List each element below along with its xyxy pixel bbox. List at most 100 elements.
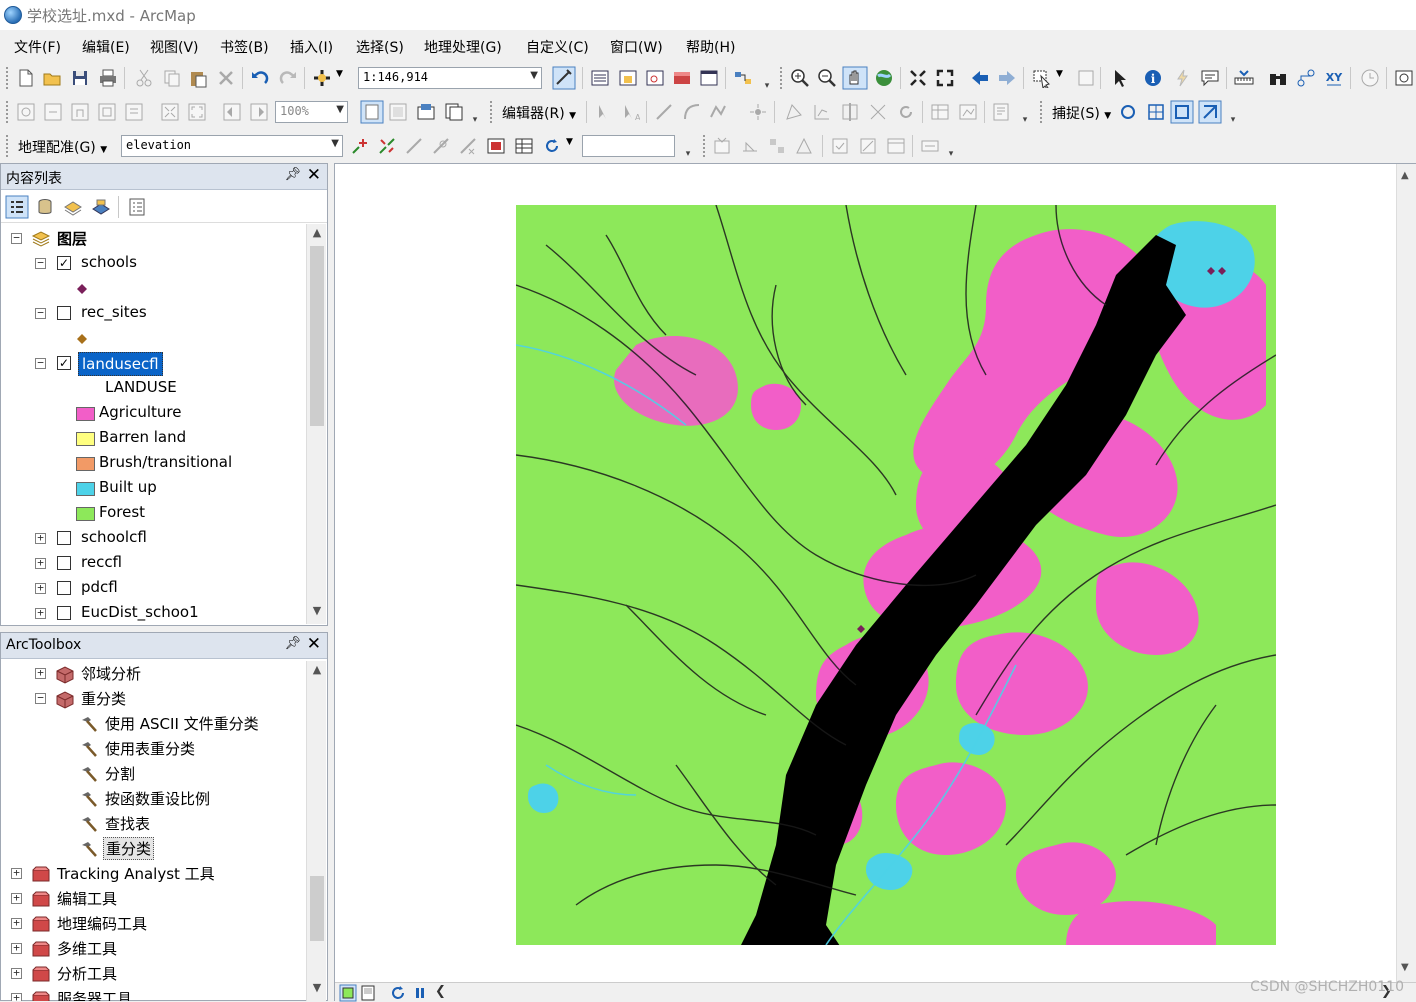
zoom-to-selected-link-icon[interactable] — [431, 136, 451, 156]
edge-snapping-icon[interactable] — [1198, 100, 1222, 124]
collapse-icon[interactable]: − — [35, 307, 46, 319]
toolbox-geocoding[interactable]: + 地理编码工具 — [1, 912, 301, 936]
search-window-icon[interactable] — [645, 68, 665, 88]
spatial-adjust-icon[interactable] — [712, 136, 732, 156]
tool-reclassify[interactable]: 重分类 — [1, 837, 301, 861]
toolbar-grip[interactable] — [703, 135, 707, 157]
pan-icon[interactable] — [842, 66, 868, 90]
toolbar-grip[interactable] — [6, 67, 10, 89]
list-by-drawing-order-icon[interactable] — [5, 195, 29, 219]
scroll-thumb[interactable] — [310, 876, 324, 941]
end-snapping-icon[interactable] — [1146, 102, 1166, 122]
straight-segment-icon[interactable] — [654, 102, 674, 122]
chevron-down-icon[interactable]: ▼ — [336, 69, 343, 79]
georeferencing-menu[interactable]: 地理配准(G) ▼ — [18, 137, 107, 157]
menu-insert[interactable]: 插入(I) — [290, 37, 333, 57]
layer-visibility-checkbox[interactable] — [57, 531, 71, 545]
menu-file[interactable]: 文件(F) — [14, 37, 61, 57]
expand-icon[interactable]: + — [35, 557, 46, 569]
zoom-100-icon[interactable] — [124, 102, 144, 122]
menu-selection[interactable]: 选择(S) — [356, 37, 404, 57]
tool-slice[interactable]: 分割 — [1, 762, 301, 786]
clear-selection-icon[interactable] — [1076, 68, 1096, 88]
layout-back-icon[interactable] — [222, 102, 242, 122]
expand-icon[interactable]: + — [35, 532, 46, 544]
toc-layer-rec-sites[interactable]: − rec_sites — [1, 302, 301, 326]
go-to-xy-icon[interactable]: XY — [1324, 68, 1344, 88]
catalog-icon[interactable] — [618, 68, 638, 88]
pin-icon[interactable]: 📌︎ — [284, 636, 301, 651]
topology-edit-icon[interactable] — [740, 136, 760, 156]
time-slider-icon[interactable] — [1360, 68, 1380, 88]
toolbox-server[interactable]: + 服务器工具 — [1, 987, 301, 1001]
link-table-icon[interactable] — [514, 136, 534, 156]
rotate-icon[interactable] — [896, 102, 916, 122]
open-folder-icon[interactable] — [42, 68, 62, 88]
menu-windows[interactable]: 窗口(W) — [610, 37, 663, 57]
toolbox-editing[interactable]: + 编辑工具 — [1, 887, 301, 911]
toolbox-tracking-analyst[interactable]: + Tracking Analyst 工具 — [1, 862, 301, 886]
vertex-snapping-icon[interactable] — [1170, 100, 1194, 124]
zoom-out-icon[interactable] — [817, 68, 837, 88]
georef-layer-combo[interactable]: elevation ▼ — [121, 135, 343, 157]
layer-visibility-checkbox[interactable] — [57, 606, 71, 620]
delete-link-icon[interactable] — [458, 136, 478, 156]
auto-registration-icon[interactable] — [377, 136, 397, 156]
back-arrow-icon[interactable] — [970, 68, 990, 88]
scroll-down-icon[interactable]: ▼ — [307, 981, 327, 999]
measure-icon[interactable] — [1234, 68, 1254, 88]
toolbar-overflow-icon[interactable]: ▾ — [946, 134, 956, 159]
toolbox-scrollbar[interactable]: ▲ ▼ — [306, 661, 326, 1001]
collapse-icon[interactable]: − — [35, 257, 46, 269]
tool-reclass-ascii[interactable]: 使用 ASCII 文件重分类 — [1, 712, 301, 736]
menu-edit[interactable]: 编辑(E) — [82, 37, 130, 57]
html-popup-icon[interactable] — [1200, 68, 1220, 88]
map-scale-combo[interactable]: 1:146,914 ▼ — [358, 67, 542, 89]
menu-view[interactable]: 视图(V) — [150, 37, 199, 57]
point-icon[interactable] — [748, 102, 768, 122]
select-features-icon[interactable] — [1032, 68, 1052, 88]
expand-icon[interactable]: + — [11, 967, 22, 979]
network-analyst-icon[interactable] — [920, 136, 940, 156]
list-by-visibility-icon[interactable] — [63, 197, 83, 217]
paste-icon[interactable] — [188, 68, 208, 88]
layer-visibility-checkbox[interactable] — [57, 556, 71, 570]
hyperlink-icon[interactable] — [1172, 68, 1192, 88]
collapse-icon[interactable]: − — [11, 232, 22, 244]
layer-visibility-checkbox[interactable]: ✓ — [57, 256, 71, 270]
select-elements-icon[interactable] — [1110, 68, 1130, 88]
point-snapping-icon[interactable] — [1118, 102, 1138, 122]
scroll-left-icon[interactable]: ❮ — [435, 984, 446, 999]
cut-icon[interactable] — [134, 68, 154, 88]
toolbar-overflow-icon[interactable]: ▾ — [762, 66, 772, 91]
toolbar-overflow-icon[interactable]: ▾ — [683, 134, 693, 159]
menu-customize[interactable]: 自定义(C) — [526, 37, 589, 57]
toolbar-overflow-icon[interactable]: ▾ — [1020, 100, 1030, 125]
table-of-contents-icon[interactable] — [590, 68, 610, 88]
layout-zoom-out-icon[interactable] — [43, 102, 63, 122]
redo-icon[interactable] — [278, 68, 298, 88]
scroll-down-icon[interactable]: ▼ — [307, 604, 327, 622]
toolbar-grip[interactable] — [780, 67, 784, 89]
error-inspector-icon[interactable] — [886, 136, 906, 156]
toolset-reclass[interactable]: − 重分类 — [1, 687, 301, 711]
editor-menu[interactable]: 编辑器(R) ▼ — [502, 103, 576, 123]
toolbox-multidimension[interactable]: + 多维工具 — [1, 937, 301, 961]
layout-fixed-zoom-in-icon[interactable] — [160, 102, 180, 122]
cut-polygons-icon[interactable] — [840, 102, 860, 122]
zoom-in-icon[interactable] — [790, 68, 810, 88]
layout-forward-icon[interactable] — [249, 102, 269, 122]
scroll-down-icon[interactable]: ▼ — [1401, 962, 1409, 973]
layout-fixed-zoom-out-icon[interactable] — [187, 102, 207, 122]
copy-icon[interactable] — [162, 68, 182, 88]
zoom-whole-page-icon[interactable] — [97, 102, 117, 122]
map-display[interactable]: ▲ ▼ ❮ ❯ — [334, 163, 1416, 1002]
legend-item[interactable]: Barren land — [1, 427, 301, 451]
scroll-up-icon[interactable]: ▲ — [307, 663, 327, 681]
undo-icon[interactable] — [250, 68, 270, 88]
trace-icon[interactable] — [708, 102, 728, 122]
legend-item[interactable]: Built up — [1, 477, 301, 501]
add-control-points-icon[interactable] — [350, 136, 370, 156]
tool-reclass-table[interactable]: 使用表重分类 — [1, 737, 301, 761]
select-link-icon[interactable] — [404, 136, 424, 156]
